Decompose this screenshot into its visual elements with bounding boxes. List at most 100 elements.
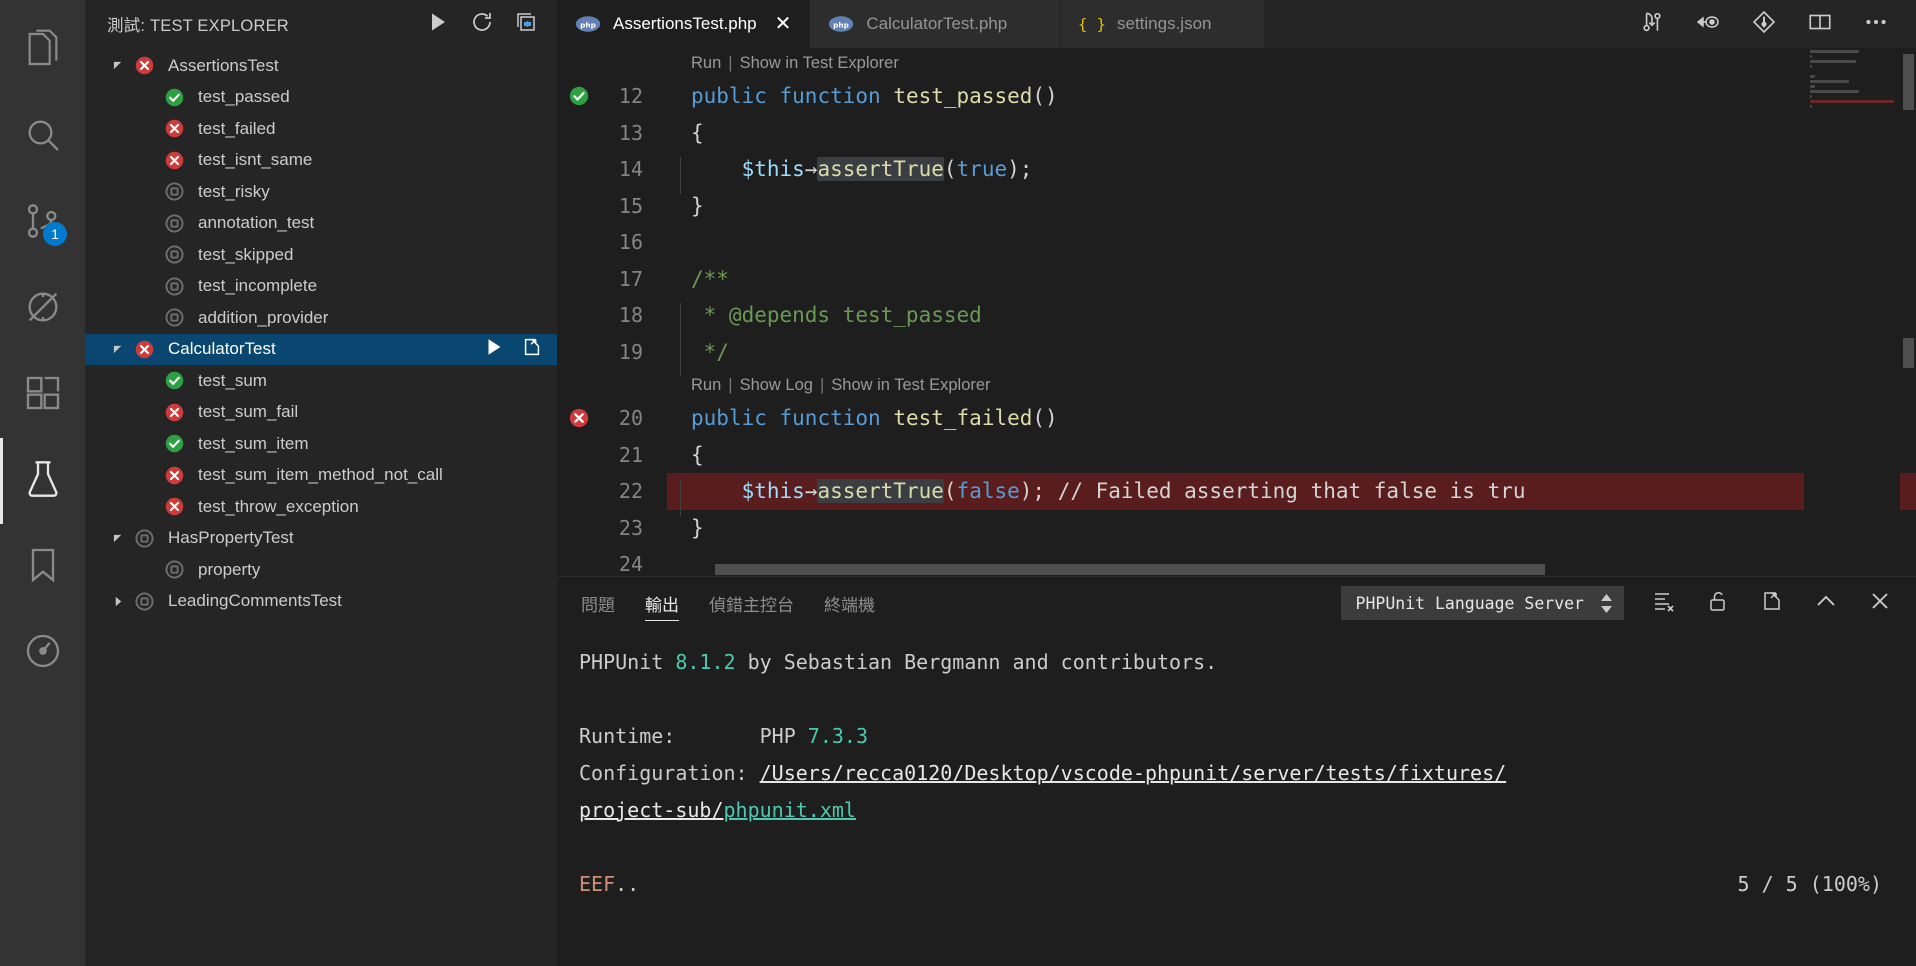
split-editor-button[interactable] <box>1806 10 1834 38</box>
activity-item-remote-explorer[interactable] <box>0 610 85 696</box>
codelens-run-link[interactable]: Run <box>691 54 721 73</box>
test-tree-item[interactable]: test_sum_fail <box>85 397 557 429</box>
gutter-status-failed <box>557 407 601 429</box>
test-status-failed-icon <box>159 150 189 171</box>
code-line[interactable]: 20public function test_failed() <box>557 400 1916 437</box>
test-tree-item-label: test_sum_item <box>189 434 309 454</box>
run-test-button[interactable] <box>483 336 505 363</box>
editor-horizontal-scrollbar[interactable] <box>667 562 1804 576</box>
test-tree-item[interactable]: CalculatorTest <box>85 334 557 366</box>
panel-tab-debug-console[interactable]: 偵錯主控台 <box>707 577 796 629</box>
code-line[interactable]: 22 $this→assertTrue(false); // Failed as… <box>557 473 1916 510</box>
code-content: { <box>667 443 1916 467</box>
bookmark-icon <box>23 545 63 590</box>
codelens-show-in-test-explorer-link[interactable]: Show in Test Explorer <box>831 376 990 395</box>
code-line[interactable]: 15} <box>557 188 1916 225</box>
test-tree-item[interactable]: LeadingCommentsTest <box>85 586 557 618</box>
test-tree-item[interactable]: test_skipped <box>85 239 557 271</box>
test-tree-item[interactable]: HasPropertyTest <box>85 523 557 555</box>
tab-assertionstest-php[interactable]: php AssertionsTest.php ✕ <box>557 0 810 48</box>
code-line[interactable]: 17/** <box>557 261 1916 298</box>
code-line[interactable]: 14 $this→assertTrue(true); <box>557 151 1916 188</box>
activity-item-search[interactable] <box>0 94 85 180</box>
code-line[interactable]: 13{ <box>557 115 1916 152</box>
php-icon: php <box>575 11 601 37</box>
test-tree-item[interactable]: test_risky <box>85 176 557 208</box>
collapse-all-button[interactable] <box>513 11 539 37</box>
code-token: } <box>691 516 704 540</box>
test-tree-item[interactable]: test_sum_item_method_not_call <box>85 460 557 492</box>
reload-tests-button[interactable] <box>469 11 495 37</box>
panel-scrollbar[interactable] <box>1900 0 1916 966</box>
test-tree-item[interactable]: test_isnt_same <box>85 145 557 177</box>
test-tree-item[interactable]: test_failed <box>85 113 557 145</box>
code-content: /** <box>667 267 1916 291</box>
progress-pass-dots: .. <box>615 872 639 896</box>
open-in-editor-button[interactable] <box>1758 589 1786 617</box>
code-line[interactable]: 12public function test_passed() <box>557 78 1916 115</box>
panel-tab-output[interactable]: 輸出 <box>643 577 681 629</box>
test-status-pending-icon <box>159 213 189 234</box>
configuration-path-link-part2[interactable]: project-sub/ <box>579 798 724 822</box>
more-actions-button[interactable] <box>1862 10 1890 38</box>
test-tree-item[interactable]: annotation_test <box>85 208 557 240</box>
test-tree-item[interactable]: test_sum_item <box>85 428 557 460</box>
phpunit-xml-link[interactable]: phpunit.xml <box>724 798 856 822</box>
code-line[interactable]: 18 * @depends test_passed <box>557 297 1916 334</box>
code-line[interactable]: 19 */ <box>557 334 1916 371</box>
code-editor[interactable]: Run|Show in Test Explorer12public functi… <box>557 48 1916 576</box>
activity-item-run-and-debug[interactable] <box>0 266 85 352</box>
chevron-down-icon[interactable] <box>107 344 129 355</box>
line-number: 14 <box>601 157 667 181</box>
code-line[interactable]: 21{ <box>557 437 1916 474</box>
close-panel-button[interactable] <box>1866 589 1894 617</box>
code-token: ( <box>944 157 957 181</box>
chevron-down-icon[interactable] <box>107 60 129 71</box>
lock-scrolling-button[interactable] <box>1704 589 1732 617</box>
codelens-show-in-test-explorer-link[interactable]: Show in Test Explorer <box>740 54 899 73</box>
phpunit-header-prefix: PHPUnit <box>579 650 675 674</box>
open-preview-button[interactable] <box>1694 10 1722 38</box>
activity-item-explorer[interactable] <box>0 8 85 94</box>
output-view[interactable]: PHPUnit 8.1.2 by Sebastian Bergmann and … <box>557 629 1916 966</box>
codelens-show-log-link[interactable]: Show Log <box>740 376 813 395</box>
test-tree-item[interactable]: property <box>85 554 557 586</box>
activity-item-test-explorer[interactable] <box>0 438 85 524</box>
panel-tab-problems[interactable]: 問題 <box>579 577 617 629</box>
svg-text:php: php <box>580 20 596 29</box>
code-token: { <box>691 443 704 467</box>
close-icon[interactable]: ✕ <box>775 14 792 34</box>
test-tree-item[interactable]: test_sum <box>85 365 557 397</box>
clear-icon <box>1652 589 1676 618</box>
test-tree-item[interactable]: AssertionsTest <box>85 50 557 82</box>
test-tree-item[interactable]: test_passed <box>85 82 557 114</box>
output-channel-select[interactable]: PHPUnit Language Server <box>1341 586 1624 620</box>
test-tree-item[interactable]: test_incomplete <box>85 271 557 303</box>
chevron-right-icon[interactable] <box>107 596 129 607</box>
test-tree-item[interactable]: addition_provider <box>85 302 557 334</box>
unlock-icon <box>1706 589 1730 618</box>
scrollbar-thumb[interactable] <box>715 564 1545 575</box>
output-line: PHPUnit 8.1.2 by Sebastian Bergmann and … <box>579 643 1916 680</box>
test-status-failed-icon <box>159 465 189 486</box>
codelens-run-link[interactable]: Run <box>691 376 721 395</box>
maximize-panel-button[interactable] <box>1812 589 1840 617</box>
line-number: 19 <box>601 340 667 364</box>
code-line[interactable]: 16 <box>557 224 1916 261</box>
panel-tab-terminal[interactable]: 終端機 <box>822 577 877 629</box>
run-all-tests-button[interactable] <box>425 11 451 37</box>
source-control-button[interactable] <box>1750 10 1778 38</box>
activity-item-extensions[interactable] <box>0 352 85 438</box>
code-line[interactable]: 23} <box>557 510 1916 547</box>
activity-item-source-control[interactable]: 1 <box>0 180 85 266</box>
open-test-file-button[interactable] <box>521 336 543 363</box>
activity-item-bookmarks[interactable] <box>0 524 85 610</box>
tab-settings-json[interactable]: { } settings.json ✕ <box>1061 0 1265 48</box>
test-tree-item-label: test_failed <box>189 119 276 139</box>
compare-changes-button[interactable] <box>1638 10 1666 38</box>
configuration-path-link[interactable]: /Users/recca0120/Desktop/vscode-phpunit/… <box>760 761 1507 785</box>
chevron-down-icon[interactable] <box>107 533 129 544</box>
tab-calculatortest-php[interactable]: php CalculatorTest.php ✕ <box>810 0 1061 48</box>
clear-output-button[interactable] <box>1650 589 1678 617</box>
test-tree-item[interactable]: test_throw_exception <box>85 491 557 523</box>
